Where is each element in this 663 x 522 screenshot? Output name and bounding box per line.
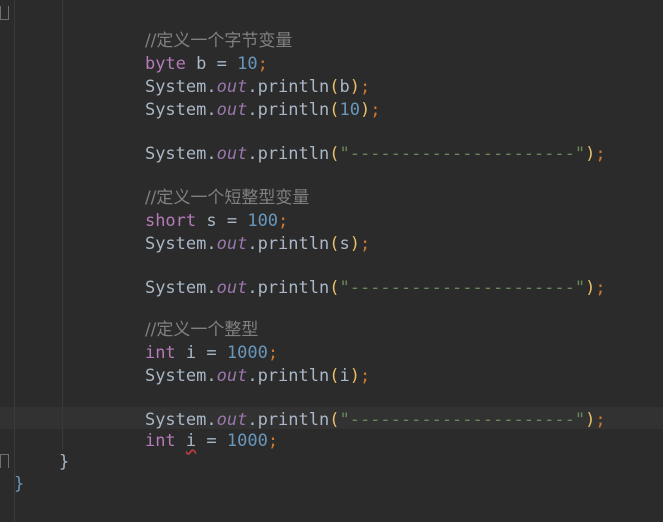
closing-brace-class: }	[14, 474, 25, 494]
string-literal: "----------------------"	[339, 278, 586, 298]
left-paren: (	[329, 278, 340, 298]
left-paren: (	[329, 234, 340, 254]
code-line-println-s[interactable]: System.out.println(s);	[104, 211, 370, 254]
gutter-divider	[14, 0, 15, 522]
semicolon: ;	[595, 278, 606, 298]
code-line-println-b[interactable]: System.out.println(b);	[104, 54, 370, 97]
fold-marker-icon[interactable]	[0, 6, 9, 20]
semicolon: ;	[359, 234, 371, 254]
semicolon: ;	[267, 431, 279, 451]
code-line-comment-byte[interactable]: //定义一个字节变量	[104, 8, 292, 51]
println-method: .println	[247, 366, 330, 386]
right-paren: )	[585, 144, 596, 164]
right-paren: )	[585, 278, 596, 298]
left-paren: (	[329, 410, 340, 430]
string-literal: "----------------------"	[339, 144, 586, 164]
code-line-println-dashes[interactable]: System.out.println("--------------------…	[104, 255, 606, 298]
arg: s	[339, 234, 350, 254]
out-field: out	[216, 100, 248, 120]
code-editor[interactable]: //定义一个字节变量 byte b = 10; System.out.print…	[0, 0, 663, 522]
code-line-println-dashes[interactable]: System.out.println("--------------------…	[104, 121, 606, 164]
right-paren: )	[359, 100, 371, 120]
semicolon: ;	[595, 410, 606, 430]
system-class: System.	[144, 278, 217, 298]
code-line-comment-short[interactable]: //定义一个短整型变量	[104, 165, 309, 208]
right-paren: )	[585, 410, 596, 430]
number-literal: 10	[339, 100, 360, 120]
semicolon: ;	[370, 100, 381, 120]
code-line-comment-int[interactable]: //定义一个整型	[104, 297, 258, 340]
right-paren: )	[349, 234, 360, 254]
out-field: out	[216, 366, 248, 386]
left-paren: (	[329, 144, 340, 164]
left-paren: (	[329, 100, 340, 120]
println-method: .println	[247, 144, 330, 164]
code-line-byte-decl[interactable]: byte b = 10;	[104, 31, 268, 74]
system-class: System.	[144, 366, 217, 386]
left-paren: (	[329, 366, 340, 386]
right-paren: )	[349, 366, 360, 386]
system-class: System.	[144, 234, 217, 254]
code-line-short-decl[interactable]: short s = 100;	[104, 188, 288, 231]
closing-brace-method: }	[59, 452, 70, 472]
assign-op: =	[196, 431, 227, 451]
code-line-int-redecl[interactable]: int i = 1000;	[104, 408, 278, 451]
indent-guide	[62, 0, 63, 450]
semicolon: ;	[359, 366, 371, 386]
println-method: .println	[247, 278, 330, 298]
fold-marker-icon[interactable]	[0, 454, 9, 468]
code-line-int-decl[interactable]: int i = 1000;	[104, 320, 278, 363]
duplicate-variable-error[interactable]: i	[186, 431, 196, 451]
out-field: out	[216, 278, 248, 298]
system-class: System.	[144, 100, 217, 120]
out-field: out	[216, 144, 248, 164]
code-line-println-i[interactable]: System.out.println(i);	[104, 343, 370, 386]
keyword-int: int	[144, 431, 176, 451]
number-literal: 1000	[226, 431, 268, 451]
system-class: System.	[144, 144, 217, 164]
println-method: .println	[247, 234, 330, 254]
arg: i	[339, 366, 350, 386]
string-literal: "----------------------"	[339, 410, 586, 430]
code-line-println-dashes[interactable]: System.out.println("--------------------…	[104, 387, 606, 430]
semicolon: ;	[595, 144, 606, 164]
code-line-println-10[interactable]: System.out.println(10);	[104, 77, 381, 120]
out-field: out	[216, 234, 248, 254]
println-method: .println	[247, 100, 330, 120]
